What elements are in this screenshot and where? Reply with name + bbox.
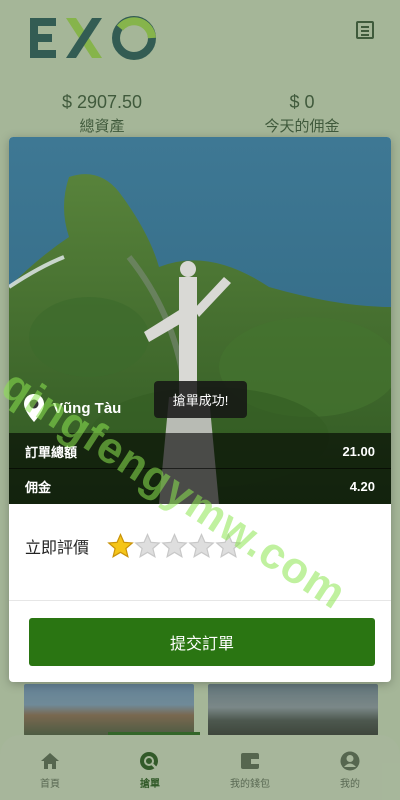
star-empty-icon[interactable] [134, 533, 161, 559]
rating-label: 立即評價 [25, 540, 90, 557]
star-rating[interactable] [107, 533, 242, 559]
commission-row: 佣金 4.20 [9, 468, 391, 504]
star-empty-icon[interactable] [161, 533, 188, 559]
star-empty-icon[interactable] [215, 533, 242, 559]
order-total-value: 21.00 [342, 443, 375, 459]
order-modal: Vũng Tàu 搶單成功! 訂單總額 21.00 佣金 4.20 立即評價 提… [9, 137, 391, 682]
divider [9, 600, 391, 601]
star-empty-icon[interactable] [188, 533, 215, 559]
success-toast: 搶單成功! [154, 381, 247, 418]
location-label: Vũng Tàu [23, 393, 121, 423]
rating-row: 立即評價 [25, 533, 242, 559]
order-total-row: 訂單總額 21.00 [9, 433, 391, 469]
commission-label: 佣金 [25, 479, 52, 495]
star-filled-icon[interactable] [107, 533, 134, 559]
destination-photo: Vũng Tàu 搶單成功! 訂單總額 21.00 佣金 4.20 [9, 137, 391, 504]
commission-value: 4.20 [349, 478, 375, 494]
submit-order-button[interactable]: 提交訂單 [29, 618, 375, 666]
location-name: Vũng Tàu [53, 399, 122, 417]
order-total-label: 訂單總額 [25, 444, 78, 460]
map-pin-icon [24, 394, 44, 422]
